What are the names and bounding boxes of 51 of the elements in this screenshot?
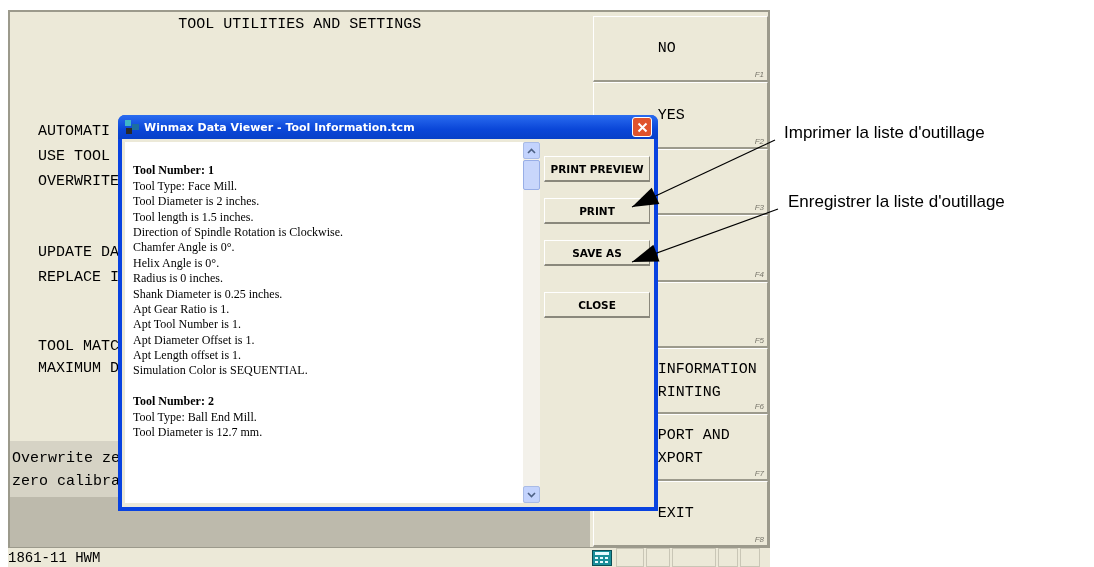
- setting-label: REPLACE I: [38, 268, 119, 288]
- setting-label: AUTOMATI: [38, 122, 110, 142]
- setting-label: USE TOOL: [38, 147, 110, 167]
- scroll-thumb[interactable]: [523, 160, 540, 190]
- status-panel: [740, 548, 760, 567]
- setting-label: TOOL MATC: [38, 337, 119, 357]
- tool-detail: Apt Length offset is 1.: [133, 348, 243, 364]
- annotation-text: Enregistrer la liste d'outillage: [788, 192, 1005, 212]
- softkey-button[interactable]: NO F1: [592, 16, 768, 83]
- tool-detail: Apt Diameter Offset is 1.: [133, 332, 256, 349]
- tool-heading: Tool Number: 2: [133, 394, 215, 410]
- tool-detail: Simulation Color is SEQUENTIAL.: [133, 363, 309, 379]
- tool-detail: Tool Type: Ball End Mill.: [133, 409, 258, 426]
- calculator-icon[interactable]: [592, 549, 612, 566]
- status-panel: [616, 548, 644, 567]
- tool-detail: Direction of Spindle Rotation is Clockwise.: [133, 224, 344, 241]
- tool-detail: Tool length is 1.5 inches.: [133, 209, 255, 225]
- message-text: Overwrite ze: [12, 449, 122, 469]
- tool-heading: Tool Number: 1: [133, 163, 215, 179]
- dialog-button[interactable]: CLOSE: [544, 292, 650, 318]
- scroll-up-button[interactable]: [523, 142, 540, 159]
- setting-label: UPDATE DA: [38, 243, 119, 263]
- status-panel: [646, 548, 670, 567]
- setting-label: MAXIMUM D: [38, 359, 119, 379]
- tool-detail: Helix Angle is 0°.: [133, 255, 221, 272]
- setting-label: OVERWRITE: [38, 172, 119, 192]
- close-icon: [636, 121, 648, 133]
- chevron-down-icon: [527, 491, 536, 498]
- tool-detail: Radius is 0 inches.: [133, 271, 224, 287]
- scrollbar[interactable]: [523, 142, 540, 503]
- scroll-down-button[interactable]: [523, 486, 540, 503]
- status-panel: [672, 548, 716, 567]
- close-button[interactable]: [632, 117, 652, 137]
- dialog-title: Winmax Data Viewer - Tool Information.tcm: [144, 120, 416, 134]
- dialog-button[interactable]: PRINT PREVIEW: [544, 156, 650, 182]
- tool-detail: Tool Diameter is 2 inches.: [133, 194, 261, 210]
- tool-detail: Shank Diameter is 0.25 inches.: [133, 286, 284, 302]
- tool-detail: Apt Gear Ratio is 1.: [133, 301, 231, 318]
- annotation-text: Imprimer la liste d'outillage: [784, 123, 985, 143]
- tool-detail: Tool Diameter is 12.7 mm.: [133, 425, 264, 441]
- message-text: zero calibra: [12, 472, 122, 492]
- status-text: 1861-11 HWM: [8, 549, 102, 566]
- dialog-button[interactable]: SAVE AS: [544, 240, 650, 266]
- tool-detail: Apt Tool Number is 1.: [133, 317, 242, 333]
- screen-title: TOOL UTILITIES AND SETTINGS: [177, 15, 423, 35]
- app-icon: [124, 119, 140, 135]
- tool-detail: Tool Type: Face Mill.: [133, 178, 239, 195]
- tool-detail: Chamfer Angle is 0°.: [133, 240, 236, 256]
- dialog-button[interactable]: PRINT: [544, 198, 650, 224]
- status-panel: [718, 548, 738, 567]
- chevron-up-icon: [527, 147, 536, 154]
